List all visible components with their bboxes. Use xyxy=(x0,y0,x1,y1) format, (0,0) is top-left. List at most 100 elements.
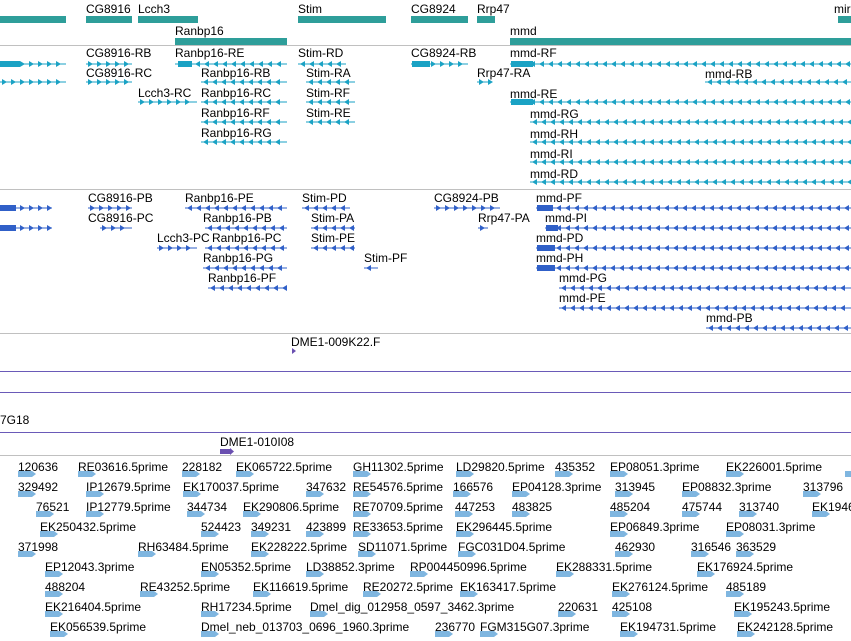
est-label[interactable]: RE33653.5prime xyxy=(353,520,443,534)
est-label[interactable]: Dmel_neb_013703_0696_1960.3prime xyxy=(201,620,409,634)
gene-bar-lcch3[interactable] xyxy=(138,16,198,23)
transcript-label[interactable]: Stim-RA xyxy=(306,66,351,80)
est-label[interactable]: EP08832.3prime xyxy=(682,480,771,494)
est-label[interactable]: 524423 xyxy=(201,520,241,534)
transcript-label[interactable]: Ranbp16-PF xyxy=(208,271,276,285)
est-label[interactable]: EK1946 xyxy=(812,500,851,514)
est-label[interactable]: RE54576.5prime xyxy=(353,480,443,494)
est-label[interactable]: 329492 xyxy=(18,480,58,494)
est-label[interactable]: 220631 xyxy=(558,600,598,614)
gene-label-lcch3[interactable]: Lcch3 xyxy=(138,2,170,16)
transcript-label[interactable]: mmd-PF xyxy=(536,191,582,205)
transcript-label[interactable]: Stim-RD xyxy=(298,46,343,60)
gene-label-ranbp16[interactable]: Ranbp16 xyxy=(175,24,224,38)
transcript-label[interactable]: mmd-PG xyxy=(559,271,607,285)
est-label[interactable]: 435352 xyxy=(555,460,595,474)
transcript-label[interactable]: mmd-PE xyxy=(559,291,606,305)
transcript-label[interactable]: Stim-RE xyxy=(306,106,351,120)
est-label[interactable]: EK290806.5prime xyxy=(243,500,339,514)
transcript-label[interactable]: CG8924-PB xyxy=(434,191,499,205)
est-label[interactable]: EK170037.5prime xyxy=(183,480,279,494)
transcript-label[interactable]: Lcch3-RC xyxy=(138,86,191,100)
transcript-glyph-a[interactable] xyxy=(530,179,851,185)
est-label[interactable]: RP004450996.5prime xyxy=(410,560,527,574)
transcript-glyph-a[interactable] xyxy=(411,61,468,67)
est-label[interactable]: EK250432.5prime xyxy=(40,520,136,534)
est-label[interactable]: FGC031D04.5prime xyxy=(458,540,565,554)
transcript-label[interactable]: mmd-RE xyxy=(510,87,557,101)
gene-bar-ranbp16[interactable] xyxy=(175,38,287,45)
transcript-glyph-a[interactable] xyxy=(0,79,66,85)
gene-bar-mir[interactable] xyxy=(838,16,851,23)
gene-label-cg8916[interactable]: CG8916 xyxy=(86,2,131,16)
est-label[interactable]: 483825 xyxy=(512,500,552,514)
est-label[interactable]: RE20272.5prime xyxy=(363,580,453,594)
transcript-label[interactable]: mmd-RD xyxy=(530,167,578,181)
clone-bar[interactable] xyxy=(0,433,851,455)
est-label[interactable]: 347632 xyxy=(306,480,346,494)
est-label[interactable]: RE70709.5prime xyxy=(353,500,443,514)
est-label[interactable]: EP08031.3prime xyxy=(726,520,815,534)
est-label[interactable]: EK242128.5prime xyxy=(737,620,833,634)
transcript-glyph-b[interactable] xyxy=(478,225,488,231)
transcript-label[interactable]: mmd-RH xyxy=(530,127,578,141)
est-label[interactable]: 313740 xyxy=(739,500,779,514)
transcript-glyph-b[interactable] xyxy=(364,265,378,271)
gene-bar-rrp47[interactable] xyxy=(477,16,495,23)
est-label[interactable]: IP12679.5prime xyxy=(86,480,171,494)
est-label[interactable]: LD38852.3prime xyxy=(306,560,395,574)
est-label[interactable]: SD11071.5prime xyxy=(358,540,447,554)
transcript-glyph-a[interactable] xyxy=(530,139,851,145)
transcript-glyph-a[interactable] xyxy=(510,99,851,105)
est-label[interactable]: RH63484.5prime xyxy=(138,540,229,554)
transcript-label[interactable]: Ranbp16-PG xyxy=(203,251,273,265)
est-label[interactable]: Dmel_dig_012958_0597_3462.3prime xyxy=(310,600,514,614)
transcript-label[interactable]: mmd-RF xyxy=(510,46,557,60)
est-label[interactable]: 316546 xyxy=(691,540,731,554)
est-label[interactable]: EK194731.5prime xyxy=(620,620,716,634)
est-label[interactable]: EP06849.3prime xyxy=(610,520,699,534)
est-label[interactable]: EK216404.5prime xyxy=(45,600,141,614)
transcript-glyph-b[interactable] xyxy=(311,245,355,251)
est-label[interactable]: EK195243.5prime xyxy=(734,600,830,614)
est-label[interactable]: RE03616.5prime xyxy=(78,460,168,474)
transcript-label[interactable]: Ranbp16-RC xyxy=(201,86,271,100)
transcript-label[interactable]: mmd-PH xyxy=(536,251,583,265)
transcript-label[interactable]: mmd-PD xyxy=(536,231,583,245)
transcript-label[interactable]: mmd-RG xyxy=(530,107,579,121)
est-label[interactable]: EK276124.5prime xyxy=(612,580,708,594)
gene-bar-cg8924[interactable] xyxy=(411,16,468,23)
est-label[interactable]: 349231 xyxy=(251,520,291,534)
transcript-label[interactable]: CG8916-PB xyxy=(88,191,153,205)
transcript-label[interactable]: Lcch3-PC xyxy=(157,231,210,245)
transcript-label[interactable]: Stim-PD xyxy=(302,191,347,205)
est-label[interactable]: EP04128.3prime xyxy=(512,480,601,494)
transcript-label[interactable]: CG8924-RB xyxy=(411,46,476,60)
gene-label-rrp47[interactable]: Rrp47 xyxy=(477,2,510,16)
transcript-label[interactable]: Ranbp16-PB xyxy=(203,211,272,225)
gene-bar-stim[interactable] xyxy=(298,16,386,23)
transcript-glyph-b[interactable] xyxy=(157,245,197,251)
clone-marker-icon[interactable] xyxy=(0,334,851,370)
transcript-label[interactable]: Stim-PF xyxy=(364,251,407,265)
est-label[interactable]: EK056539.5prime xyxy=(50,620,146,634)
est-label[interactable]: EK176924.5prime xyxy=(697,560,793,574)
est-label[interactable]: 166576 xyxy=(453,480,493,494)
transcript-glyph-b[interactable] xyxy=(559,305,851,311)
est-label[interactable]: RH17234.5prime xyxy=(201,600,292,614)
est-label[interactable]: EP08051.3prime xyxy=(610,460,699,474)
est-label[interactable]: EK228222.5prime xyxy=(251,540,347,554)
transcript-label[interactable]: Stim-PE xyxy=(311,231,355,245)
gene-bar-unlabeled-left[interactable] xyxy=(0,16,66,23)
est-label[interactable]: 236770 xyxy=(435,620,475,634)
est-label[interactable]: 363529 xyxy=(736,540,776,554)
est-label[interactable]: 120636 xyxy=(18,460,58,474)
est-label[interactable]: EP12043.3prime xyxy=(45,560,134,574)
est-label[interactable]: 485204 xyxy=(610,500,650,514)
transcript-label[interactable]: Ranbp16-RE xyxy=(175,46,244,60)
transcript-glyph-b[interactable] xyxy=(0,225,52,231)
est-label[interactable]: EK296445.5prime xyxy=(456,520,552,534)
est-label[interactable]: GH11302.5prime xyxy=(353,460,444,474)
transcript-label[interactable]: Ranbp16-PC xyxy=(212,231,281,245)
est-label[interactable]: EK065722.5prime xyxy=(236,460,332,474)
